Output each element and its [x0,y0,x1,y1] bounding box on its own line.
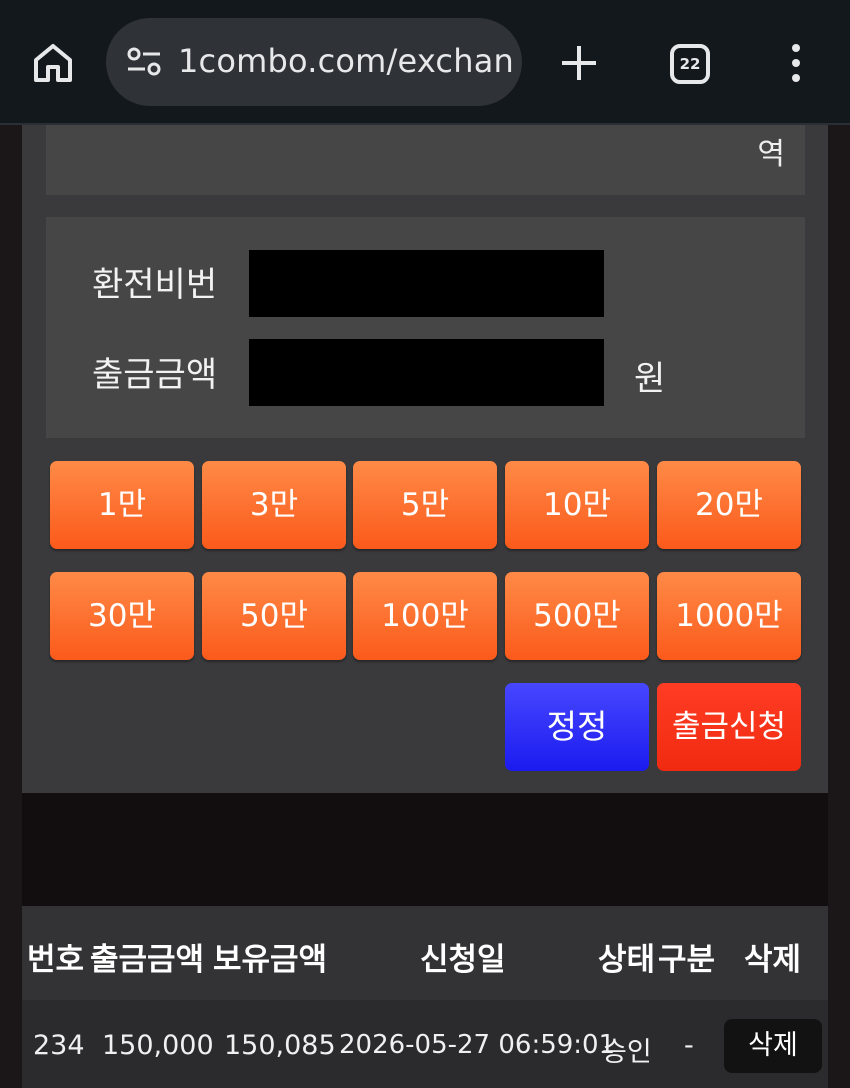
browser-toolbar: 1combo.com/exchan 22 [0,0,850,125]
header-balance: 보유금액 [213,942,328,978]
amount-unit-label: 원 [634,359,666,399]
site-settings-icon[interactable] [126,46,162,78]
amount-button-100k[interactable]: 10만 [505,461,649,549]
correct-button[interactable]: 정정 [505,683,649,771]
header-date: 신청일 [420,942,506,978]
cell-no: 234 [33,1030,85,1061]
amount-button-10k[interactable]: 1만 [50,461,194,549]
amount-button-300k[interactable]: 30만 [50,572,194,660]
withdraw-form: 환전비번 출금금액 원 [46,217,805,438]
cell-date: 2026-05-27 06:59:01 [339,1030,616,1060]
info-card: 역 [46,125,805,195]
header-delete: 삭제 [744,942,802,978]
cell-balance: 150,085 [224,1030,336,1061]
exchange-password-input[interactable] [249,250,604,317]
header-amount: 출금금액 [90,942,205,978]
tab-switcher-button[interactable]: 22 [670,44,710,84]
more-menu-icon[interactable] [785,42,807,84]
tab-count: 22 [679,55,701,73]
withdraw-request-button[interactable]: 출금신청 [657,683,801,771]
header-status: 상태 [598,942,656,978]
table-header: 번호 출금금액 보유금액 신청일 상태 구분 삭제 [22,906,828,1000]
new-tab-icon[interactable] [558,42,600,84]
amount-button-5m[interactable]: 500만 [505,572,649,660]
delete-button[interactable]: 삭제 [724,1019,822,1073]
home-icon[interactable] [30,40,76,86]
amount-button-1m[interactable]: 100만 [353,572,497,660]
info-card-text: 역 [757,137,785,172]
table-row: 234 150,000 150,085 2026-05-27 06:59:01 … [22,1000,828,1088]
exchange-password-label: 환전비번 [92,265,218,305]
cell-amount: 150,000 [102,1030,214,1061]
spacer [22,793,828,906]
cell-status: 승인 [602,1037,652,1068]
cell-type: - [684,1030,694,1061]
amount-button-30k[interactable]: 3만 [202,461,346,549]
address-bar[interactable]: 1combo.com/exchan [106,18,522,106]
amount-button-500k[interactable]: 50만 [202,572,346,660]
withdraw-panel: 역 환전비번 출금금액 원 1만 3만 5만 10만 20만 30만 50만 1… [22,125,828,793]
withdraw-amount-label: 출금금액 [92,355,218,395]
withdraw-amount-input[interactable] [249,339,604,406]
header-type: 구분 [658,942,716,978]
url-text[interactable]: 1combo.com/exchan [178,42,514,80]
amount-button-200k[interactable]: 20만 [657,461,801,549]
amount-button-50k[interactable]: 5만 [353,461,497,549]
header-no: 번호 [27,942,85,978]
amount-button-10m[interactable]: 1000만 [657,572,801,660]
